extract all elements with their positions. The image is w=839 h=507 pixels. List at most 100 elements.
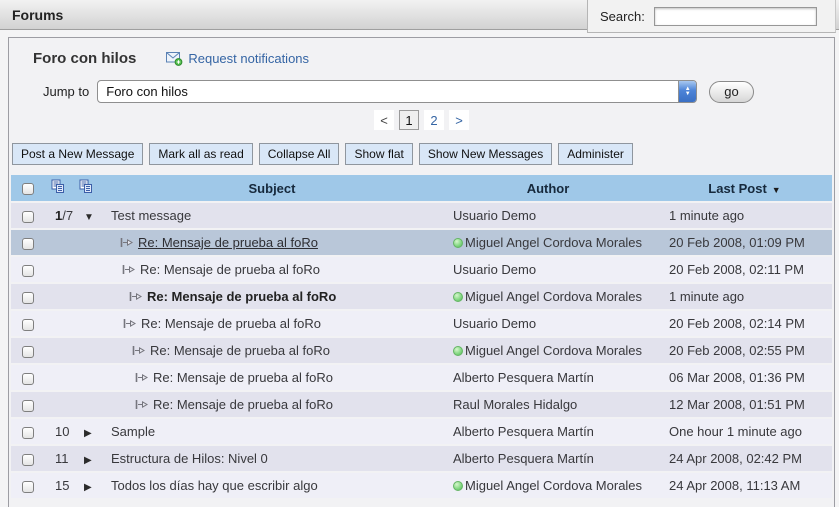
sort-descending-icon: ▼ [772, 185, 781, 195]
row-checkbox[interactable] [22, 211, 34, 223]
search-label: Search: [600, 9, 645, 24]
subject-link[interactable]: Re: Mensaje de prueba al foRo [138, 235, 318, 250]
online-status-icon [453, 238, 463, 248]
subject-link[interactable]: Sample [111, 424, 155, 439]
pagination-page-1[interactable]: 1 [399, 110, 419, 130]
subject-link[interactable]: Re: Mensaje de prueba al foRo [140, 262, 320, 277]
page-title: Forums [0, 7, 63, 23]
online-status-icon [453, 346, 463, 356]
thread-number: /7 [62, 208, 73, 223]
jump-to-label: Jump to [43, 84, 89, 99]
envelope-notification-icon [166, 52, 183, 65]
subject-link[interactable]: Re: Mensaje de prueba al foRo [153, 370, 333, 385]
subject-cell: Re: Mensaje de prueba al foRo [105, 235, 439, 250]
table-row: Re: Mensaje de prueba al foRo Miguel Ang… [11, 338, 832, 363]
author-name: Miguel Angel Cordova Morales [465, 478, 642, 493]
author-name: Raul Morales Hidalgo [453, 397, 577, 412]
row-checkbox[interactable] [22, 481, 34, 493]
row-checkbox[interactable] [22, 427, 34, 439]
thread-toggle-icon[interactable]: ▼ [84, 212, 94, 223]
table-row: Re: Mensaje de prueba al foRo Usuario De… [11, 311, 832, 336]
row-checkbox[interactable] [22, 319, 34, 331]
row-checkbox[interactable] [22, 400, 34, 412]
last-post-time: 06 Mar 2008, 01:36 PM [669, 370, 805, 385]
row-checkbox[interactable] [22, 454, 34, 466]
reply-arrow-icon [123, 318, 136, 329]
last-post-time: 24 Apr 2008, 02:42 PM [669, 451, 802, 466]
author-name: Alberto Pesquera Martín [453, 451, 594, 466]
thread-toggle-icon[interactable]: ▶ [84, 482, 92, 493]
author-name: Miguel Angel Cordova Morales [465, 289, 642, 304]
table-row: Re: Mensaje de prueba al foRo Miguel Ang… [11, 230, 832, 255]
forum-table-body: 1/7 ▼ Test message Usuario Demo 1 minute… [11, 203, 832, 498]
thread-toggle-icon[interactable]: ▶ [84, 455, 92, 466]
reply-arrow-icon [129, 291, 142, 302]
thread-number: 11 [55, 451, 69, 466]
request-notifications-label: Request notifications [188, 51, 309, 66]
pagination-page-2[interactable]: 2 [424, 110, 444, 130]
subject-cell: Re: Mensaje de prueba al foRo [105, 289, 439, 304]
column-header-last-post[interactable]: Last Post▼ [657, 175, 832, 201]
subject-cell: Re: Mensaje de prueba al foRo [105, 316, 439, 331]
pagination: < 1 2 > [9, 110, 834, 130]
toolbar-button-mark-all-as-read[interactable]: Mark all as read [149, 143, 252, 165]
toolbar-button-post-a-new-message[interactable]: Post a New Message [12, 143, 143, 165]
subject-link[interactable]: Estructura de Hilos: Nivel 0 [111, 451, 268, 466]
online-status-icon [453, 292, 463, 302]
last-post-time: 1 minute ago [669, 289, 744, 304]
subject-link[interactable]: Re: Mensaje de prueba al foRo [147, 289, 336, 304]
pagination-next[interactable]: > [449, 110, 469, 130]
column-header-author[interactable]: Author [439, 175, 657, 201]
toolbar-button-collapse-all[interactable]: Collapse All [259, 143, 340, 165]
collapse-all-pages-icon[interactable] [79, 179, 93, 197]
table-row: 10 ▶ Sample Alberto Pesquera Martín One … [11, 419, 832, 444]
thread-toggle-icon[interactable]: ▶ [84, 428, 92, 439]
toolbar-button-show-new-messages[interactable]: Show New Messages [419, 143, 552, 165]
reply-arrow-icon [122, 264, 135, 275]
subject-cell: Todos los días hay que escribir algo [105, 478, 439, 493]
last-post-time: 20 Feb 2008, 01:09 PM [669, 235, 805, 250]
subject-cell: Re: Mensaje de prueba al foRo [105, 397, 439, 412]
forum-table: Subject Author Last Post▼ 1/7 ▼ [11, 173, 832, 500]
subject-link[interactable]: Re: Mensaje de prueba al foRo [141, 316, 321, 331]
search-input[interactable] [654, 7, 817, 26]
row-checkbox[interactable] [22, 238, 34, 250]
subject-link[interactable]: Test message [111, 208, 191, 223]
reply-arrow-icon [132, 345, 145, 356]
row-checkbox[interactable] [22, 292, 34, 304]
subject-link[interactable]: Todos los días hay que escribir algo [111, 478, 318, 493]
subject-link[interactable]: Re: Mensaje de prueba al foRo [150, 343, 330, 358]
pagination-prev[interactable]: < [374, 110, 394, 130]
reply-arrow-icon [135, 372, 148, 383]
toolbar-button-show-flat[interactable]: Show flat [345, 143, 412, 165]
last-post-time: 20 Feb 2008, 02:14 PM [669, 316, 805, 331]
row-checkbox[interactable] [22, 265, 34, 277]
toolbar: Post a New Message Mark all as read Collap… [12, 143, 834, 165]
request-notifications-link[interactable]: Request notifications [166, 51, 309, 66]
author-name: Usuario Demo [453, 316, 536, 331]
forum-content-box: Foro con hilos Request notifications Jum… [8, 37, 835, 507]
table-row: Re: Mensaje de prueba al foRo Raul Moral… [11, 392, 832, 417]
table-row: Re: Mensaje de prueba al foRo Miguel Ang… [11, 284, 832, 309]
expand-all-pages-icon[interactable] [51, 179, 65, 197]
subject-cell: Re: Mensaje de prueba al foRo [105, 343, 439, 358]
subject-cell: Re: Mensaje de prueba al foRo [105, 370, 439, 385]
column-header-subject[interactable]: Subject [105, 175, 439, 201]
table-row: 15 ▶ Todos los días hay que escribir alg… [11, 473, 832, 498]
last-post-time: 12 Mar 2008, 01:51 PM [669, 397, 805, 412]
table-row: 1/7 ▼ Test message Usuario Demo 1 minute… [11, 203, 832, 228]
subject-cell: Test message [105, 208, 439, 223]
reply-arrow-icon [120, 237, 133, 248]
last-post-time: 20 Feb 2008, 02:11 PM [669, 262, 804, 277]
toolbar-button-administer[interactable]: Administer [558, 143, 633, 165]
forum-jump-select[interactable]: Foro con hilos ▲▼ [97, 80, 697, 103]
last-post-time: 24 Apr 2008, 11:13 AM [669, 478, 800, 493]
thread-number: 10 [55, 424, 69, 439]
go-button[interactable]: go [709, 81, 753, 103]
subject-cell: Sample [105, 424, 439, 439]
row-checkbox[interactable] [22, 346, 34, 358]
subject-link[interactable]: Re: Mensaje de prueba al foRo [153, 397, 333, 412]
row-checkbox[interactable] [22, 373, 34, 385]
select-all-checkbox[interactable] [22, 183, 34, 195]
table-header-row: Subject Author Last Post▼ [11, 175, 832, 201]
